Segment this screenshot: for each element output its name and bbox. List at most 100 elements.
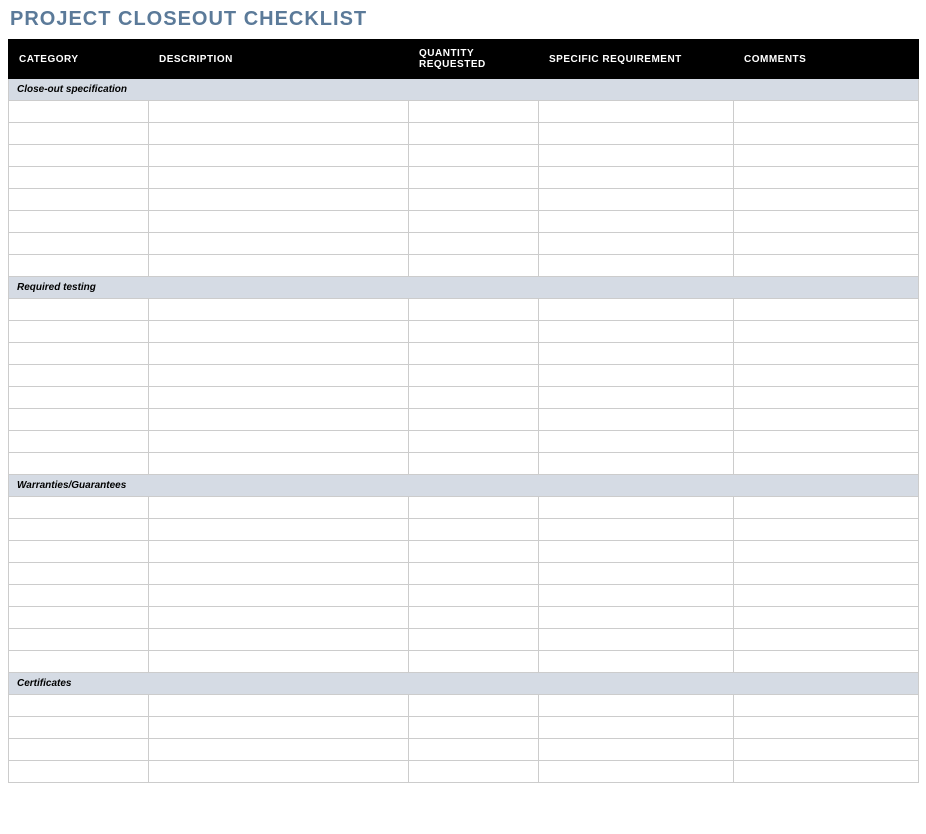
table-cell[interactable] [409, 343, 539, 365]
table-cell[interactable] [149, 519, 409, 541]
table-cell[interactable] [409, 541, 539, 563]
table-cell[interactable] [9, 343, 149, 365]
table-cell[interactable] [734, 431, 919, 453]
table-cell[interactable] [409, 365, 539, 387]
table-cell[interactable] [9, 101, 149, 123]
table-cell[interactable] [539, 101, 734, 123]
table-cell[interactable] [149, 343, 409, 365]
table-cell[interactable] [9, 387, 149, 409]
table-cell[interactable] [9, 167, 149, 189]
table-cell[interactable] [409, 431, 539, 453]
table-cell[interactable] [409, 585, 539, 607]
table-cell[interactable] [149, 453, 409, 475]
table-cell[interactable] [539, 167, 734, 189]
table-cell[interactable] [734, 123, 919, 145]
table-cell[interactable] [9, 321, 149, 343]
table-cell[interactable] [149, 167, 409, 189]
table-cell[interactable] [149, 255, 409, 277]
table-cell[interactable] [734, 761, 919, 783]
table-cell[interactable] [409, 739, 539, 761]
table-cell[interactable] [539, 453, 734, 475]
table-cell[interactable] [149, 299, 409, 321]
table-cell[interactable] [734, 167, 919, 189]
table-cell[interactable] [539, 607, 734, 629]
table-cell[interactable] [9, 453, 149, 475]
table-cell[interactable] [9, 497, 149, 519]
table-cell[interactable] [149, 761, 409, 783]
table-cell[interactable] [9, 695, 149, 717]
table-cell[interactable] [409, 761, 539, 783]
table-cell[interactable] [149, 145, 409, 167]
table-cell[interactable] [539, 365, 734, 387]
table-cell[interactable] [734, 211, 919, 233]
table-cell[interactable] [149, 541, 409, 563]
table-cell[interactable] [734, 145, 919, 167]
table-cell[interactable] [539, 563, 734, 585]
table-cell[interactable] [409, 233, 539, 255]
table-cell[interactable] [409, 101, 539, 123]
table-cell[interactable] [9, 365, 149, 387]
table-cell[interactable] [149, 585, 409, 607]
table-cell[interactable] [149, 409, 409, 431]
table-cell[interactable] [539, 387, 734, 409]
table-cell[interactable] [9, 607, 149, 629]
table-cell[interactable] [539, 739, 734, 761]
table-cell[interactable] [539, 519, 734, 541]
table-cell[interactable] [539, 695, 734, 717]
table-cell[interactable] [9, 717, 149, 739]
table-cell[interactable] [734, 101, 919, 123]
table-cell[interactable] [539, 189, 734, 211]
table-cell[interactable] [9, 651, 149, 673]
table-cell[interactable] [539, 145, 734, 167]
table-cell[interactable] [149, 651, 409, 673]
table-cell[interactable] [734, 409, 919, 431]
table-cell[interactable] [9, 145, 149, 167]
table-cell[interactable] [409, 409, 539, 431]
table-cell[interactable] [149, 629, 409, 651]
table-cell[interactable] [734, 343, 919, 365]
table-cell[interactable] [9, 563, 149, 585]
table-cell[interactable] [539, 585, 734, 607]
table-cell[interactable] [409, 651, 539, 673]
table-cell[interactable] [149, 695, 409, 717]
table-cell[interactable] [409, 189, 539, 211]
table-cell[interactable] [149, 101, 409, 123]
table-cell[interactable] [9, 629, 149, 651]
table-cell[interactable] [9, 541, 149, 563]
table-cell[interactable] [409, 299, 539, 321]
table-cell[interactable] [409, 211, 539, 233]
table-cell[interactable] [734, 739, 919, 761]
table-cell[interactable] [734, 695, 919, 717]
table-cell[interactable] [734, 387, 919, 409]
table-cell[interactable] [149, 211, 409, 233]
table-cell[interactable] [409, 717, 539, 739]
table-cell[interactable] [539, 123, 734, 145]
table-cell[interactable] [409, 321, 539, 343]
table-cell[interactable] [409, 629, 539, 651]
table-cell[interactable] [149, 563, 409, 585]
table-cell[interactable] [734, 189, 919, 211]
table-cell[interactable] [539, 761, 734, 783]
table-cell[interactable] [539, 211, 734, 233]
table-cell[interactable] [409, 607, 539, 629]
table-cell[interactable] [539, 255, 734, 277]
table-cell[interactable] [149, 607, 409, 629]
table-cell[interactable] [149, 717, 409, 739]
table-cell[interactable] [149, 321, 409, 343]
table-cell[interactable] [734, 365, 919, 387]
table-cell[interactable] [9, 123, 149, 145]
table-cell[interactable] [539, 233, 734, 255]
table-cell[interactable] [149, 189, 409, 211]
table-cell[interactable] [409, 519, 539, 541]
table-cell[interactable] [539, 497, 734, 519]
table-cell[interactable] [9, 233, 149, 255]
table-cell[interactable] [409, 695, 539, 717]
table-cell[interactable] [149, 123, 409, 145]
table-cell[interactable] [149, 497, 409, 519]
table-cell[interactable] [539, 629, 734, 651]
table-cell[interactable] [734, 541, 919, 563]
table-cell[interactable] [734, 519, 919, 541]
table-cell[interactable] [734, 453, 919, 475]
table-cell[interactable] [9, 189, 149, 211]
table-cell[interactable] [9, 519, 149, 541]
